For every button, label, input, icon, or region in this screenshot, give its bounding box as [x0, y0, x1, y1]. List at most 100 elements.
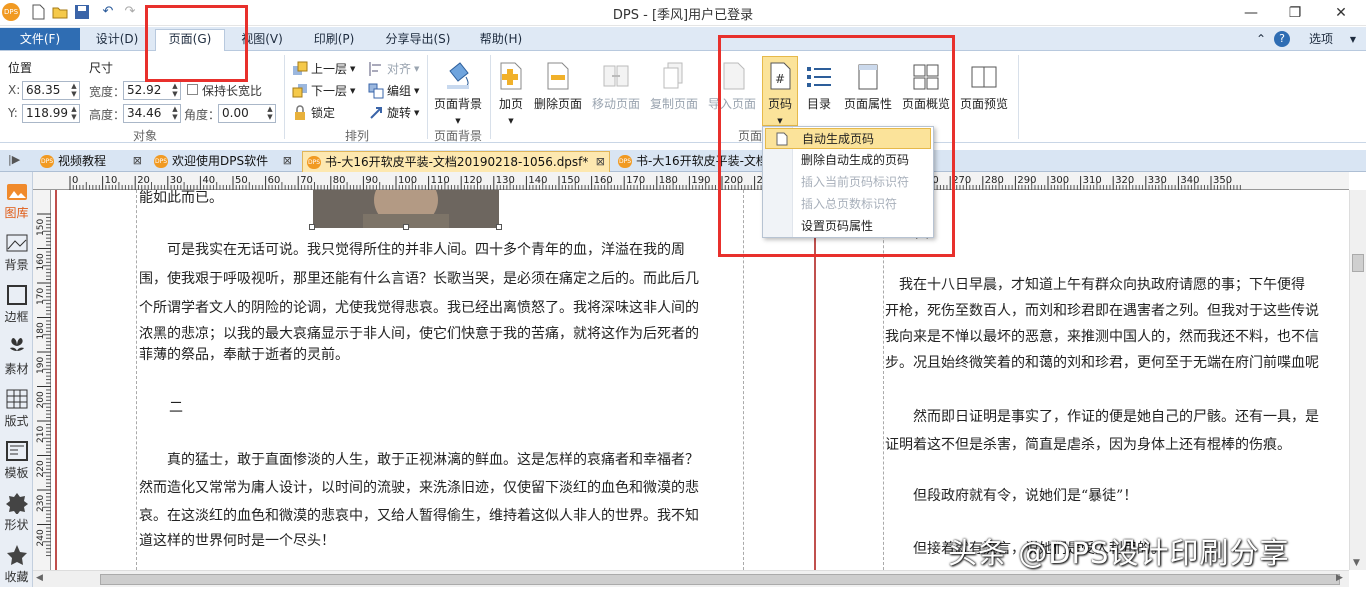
doc-tab[interactable]: DPS 视频教程 ⊠ [36, 151, 146, 172]
sidebar-item-background[interactable]: 背景 [1, 228, 32, 278]
scroll-left-icon[interactable]: ◀ [36, 573, 43, 583]
ruler-tick-label: 120 [463, 175, 482, 186]
tab-design[interactable]: 设计(D) [86, 30, 148, 50]
ruler-tick-label: 170 [626, 175, 645, 186]
add-page-icon [497, 61, 525, 91]
border-icon [5, 284, 29, 306]
ruler-tick-label: 210 [36, 426, 46, 443]
arrange-group-label: 排列 [344, 129, 369, 143]
align-button[interactable]: 对齐 ▼ [368, 59, 419, 79]
page-bleed-line [55, 190, 57, 570]
ruler-tick-label: 160 [36, 253, 46, 270]
copy-page-button[interactable]: 复制页面 [646, 57, 702, 125]
width-spinner-icon[interactable]: ▲ ▼ [170, 82, 180, 99]
tab-help[interactable]: 帮助(H) [470, 30, 532, 50]
ruler-tick-label: 130 [496, 175, 515, 186]
options-dropdown-icon[interactable]: ▼ [1346, 30, 1360, 50]
close-tab-icon[interactable]: ⊠ [596, 152, 605, 172]
doc-tab-label: 书-大16开软皮平装-文档20190218-1056.dpsf* [325, 155, 589, 169]
collapse-ribbon-icon[interactable]: ⌃ [1254, 30, 1268, 50]
angle-label: 角度： [184, 108, 221, 122]
rotate-button[interactable]: 旋转 ▼ [368, 103, 419, 123]
sidebar-item-template[interactable]: 模板 [1, 436, 32, 486]
layout-icon [5, 388, 29, 410]
resize-handle[interactable] [309, 224, 315, 230]
y-label: Y: [8, 106, 18, 120]
y-input[interactable]: 118.99 ▲ ▼ [22, 104, 80, 123]
sidebar-item-material[interactable]: 素材 [1, 332, 32, 382]
ruler-tick-label: 10 [105, 175, 118, 186]
sidebar-item-layout[interactable]: 版式 [1, 384, 32, 434]
page-background-button[interactable]: 页面背景 ▼ [431, 57, 485, 125]
x-input[interactable]: 68.35 ▲ ▼ [22, 81, 80, 100]
bring-forward-button[interactable]: 上一层 ▼ [292, 59, 355, 79]
scroll-down-icon[interactable]: ▼ [1353, 558, 1360, 568]
ruler-tick-label: 0 [72, 175, 78, 186]
options-menu[interactable]: 选项 [1296, 30, 1346, 50]
width-input[interactable]: 52.92 ▲ ▼ [123, 81, 181, 100]
resize-handle[interactable] [403, 224, 409, 230]
delete-page-label: 删除页面 [533, 97, 582, 111]
text-line: 个所谓学者文人的阴险的论调，尤使我觉得悲哀。我已经出离愤怒了。我将深味这非人间的 [139, 300, 699, 316]
horizontal-scrollbar[interactable]: ◀ ▶ [33, 570, 1349, 587]
send-backward-button[interactable]: 下一层 ▼ [292, 81, 355, 101]
selected-photo[interactable] [313, 190, 499, 228]
scroll-thumb[interactable] [100, 574, 1340, 585]
sidebar-item-shape[interactable]: 形状 [1, 488, 32, 538]
shape-icon [5, 492, 29, 515]
resize-handle[interactable] [496, 224, 502, 230]
lock-button[interactable]: 锁定 [292, 103, 335, 123]
x-spinner-icon[interactable]: ▲ ▼ [69, 82, 79, 99]
add-page-button[interactable]: 加页 ▼ [494, 57, 528, 125]
doc-tab[interactable]: DPS 欢迎使用DPS软件 ⊠ [150, 151, 296, 172]
height-label: 高度： [89, 108, 126, 122]
ruler-tick-label: 80 [333, 175, 346, 186]
tab-share-export[interactable]: 分享导出(S) [376, 30, 460, 50]
ruler-tick-label: 190 [691, 175, 710, 186]
scroll-right-icon[interactable]: ▶ [1336, 573, 1343, 583]
document-canvas[interactable]: 能如此而已。 可是我实在无话可说。我只觉得所住的并非人间。四十多个青年的血，洋溢… [51, 190, 1349, 570]
ruler-tick-label: 180 [36, 322, 46, 339]
move-page-button[interactable]: 移动页面 [588, 57, 644, 125]
delete-page-button[interactable]: 删除页面 [532, 57, 584, 125]
sidebar-item-border[interactable]: 边框 [1, 280, 32, 330]
maximize-button[interactable]: ❐ [1280, 2, 1310, 24]
star-icon [5, 544, 29, 566]
ruler-tick-label: 150 [36, 219, 46, 236]
ruler-scale: 150 160 170 180 190 200 210 220 230 240 [36, 213, 51, 557]
sidebar-item-gallery[interactable]: 图库 [1, 176, 32, 226]
close-tab-icon[interactable]: ⊠ [133, 151, 142, 171]
text-line: 然而即日证明是事实了，作证的便是她自己的尸骸。还有一具，是 [885, 409, 1319, 425]
vertical-scrollbar[interactable]: ▼ [1349, 190, 1366, 570]
height-spinner-icon[interactable]: ▲ ▼ [170, 105, 180, 122]
tab-scroll-icon[interactable]: |▶ [8, 153, 20, 166]
lock-icon [292, 105, 308, 121]
page-preview-button[interactable]: 页面预览 [956, 57, 1012, 125]
keep-ratio-checkbox[interactable] [187, 84, 198, 95]
page-background-label: 页面背景 [433, 97, 482, 111]
minimize-button[interactable]: — [1236, 2, 1266, 24]
angle-input[interactable]: 0.00 ▲ ▼ [218, 104, 276, 123]
text-line: 我在十八日早晨，才知道上午有群众向执政府请愿的事；下午便得 [885, 277, 1305, 293]
text-line: 步。况且始终微笑着的和蔼的刘和珍君，更何至于无端在府门前喋血呢 [885, 355, 1319, 371]
sidebar-item-favorites[interactable]: 收藏 [1, 540, 32, 590]
help-icon[interactable]: ? [1274, 31, 1290, 47]
scroll-thumb[interactable] [1352, 254, 1364, 272]
ruler-tick-label: 170 [36, 288, 46, 305]
group-button[interactable]: 编组 ▼ [368, 81, 419, 101]
align-icon [368, 61, 384, 77]
align-label: 对齐 [387, 62, 412, 76]
close-button[interactable]: ✕ [1326, 2, 1356, 24]
text-line: 证明着这不但是杀害，简直是虐杀，因为身体上还有棍棒的伤痕。 [885, 437, 1291, 453]
flower-icon [5, 336, 29, 358]
y-spinner-icon[interactable]: ▲ ▼ [69, 105, 79, 122]
tab-file[interactable]: 文件(F) [0, 28, 80, 50]
x-label: X: [8, 83, 21, 97]
height-input[interactable]: 34.46 ▲ ▼ [123, 104, 181, 123]
text-line: 然而造化又常常为庸人设计，以时间的流驶，来洗涤旧迹，仅使留下淡红的血色和微漠的悲 [139, 480, 699, 496]
close-tab-icon[interactable]: ⊠ [283, 151, 292, 171]
angle-spinner-icon[interactable]: ▲ ▼ [265, 105, 275, 122]
tab-print[interactable]: 印刷(P) [302, 30, 366, 50]
doc-tab-active[interactable]: DPS 书-大16开软皮平装-文档20190218-1056.dpsf* ⊠ [302, 151, 610, 172]
divider [490, 55, 491, 139]
